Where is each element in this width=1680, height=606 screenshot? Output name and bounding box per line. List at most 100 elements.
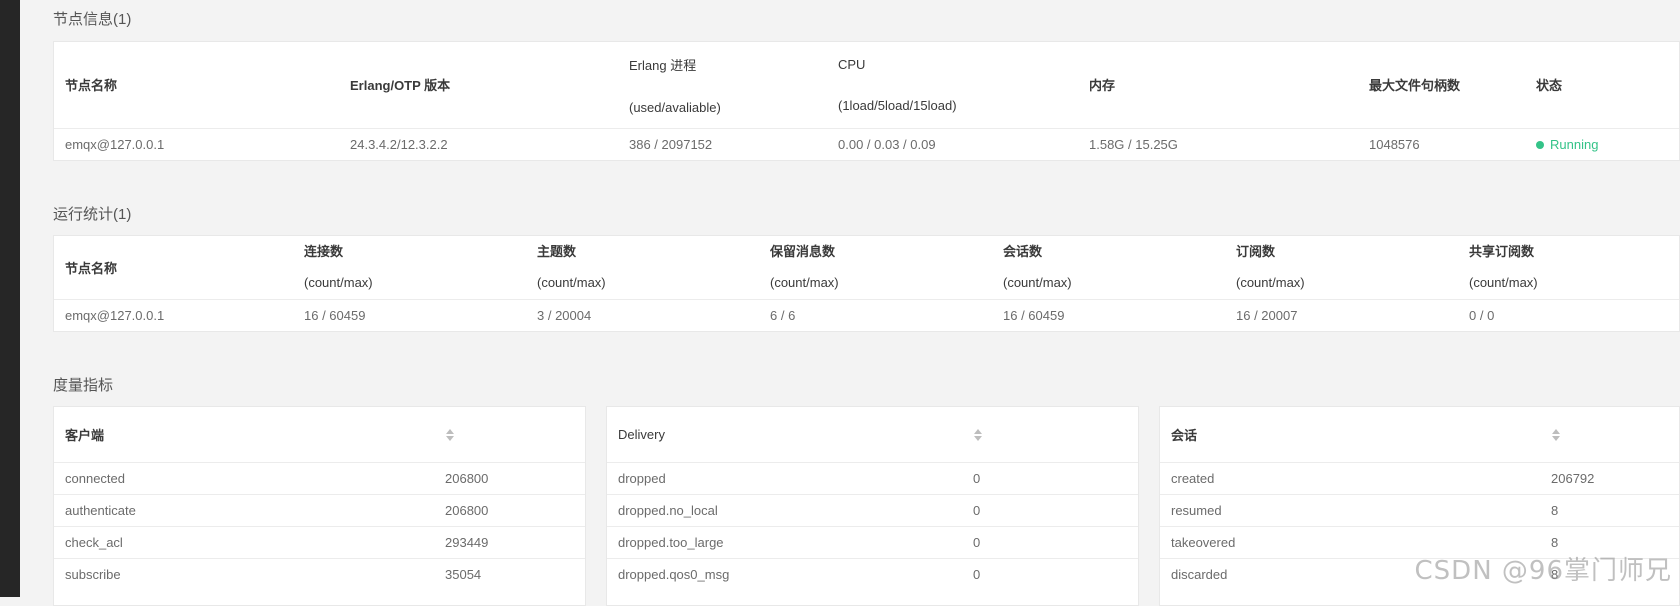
node-info-title: 节点信息(1) [53, 8, 131, 29]
col-status[interactable]: 状态 [1525, 42, 1679, 128]
status-dot-icon [1536, 141, 1544, 149]
metric-key: connected [54, 462, 434, 494]
status-text: Running [1550, 137, 1598, 152]
node-info-table: 节点名称 Erlang/OTP 版本 Erlang 进程 (used/avali… [54, 42, 1679, 160]
col-shared-sub: (count/max) [1469, 275, 1679, 291]
cell-retained: 6 / 6 [759, 299, 992, 331]
col-erlang-process[interactable]: Erlang 进程 (used/avaliable) [618, 42, 827, 128]
metric-value: 206800 [434, 494, 585, 526]
col-cpu-label: CPU [838, 57, 865, 72]
col-session: 会话 [1160, 407, 1540, 462]
col-connections-sub: (count/max) [304, 275, 526, 291]
table-row: check_acl293449 [54, 526, 585, 558]
col-shared-label: 共享订阅数 [1469, 244, 1534, 259]
metrics-delivery-table: Delivery dropped0 dropped.no_local0 drop… [607, 407, 1138, 590]
metric-value: 0 [962, 462, 1138, 494]
metric-value: 206792 [1540, 462, 1679, 494]
col-delivery: Delivery [607, 407, 962, 462]
table-row: emqx@127.0.0.1 16 / 60459 3 / 20004 6 / … [54, 299, 1679, 331]
col-erlang-process-sub: (used/avaliable) [629, 100, 827, 115]
metric-value: 0 [962, 558, 1138, 590]
col-node-name[interactable]: 节点名称 [54, 236, 293, 299]
col-subscriptions-sub: (count/max) [1236, 275, 1458, 291]
table-row: dropped.too_large0 [607, 526, 1138, 558]
runtime-stats-panel: 节点名称 连接数 (count/max) 主题数 (count/max) 保留消… [53, 235, 1680, 332]
metric-key: created [1160, 462, 1540, 494]
cell-fd: 1048576 [1358, 128, 1525, 160]
table-row: dropped.qos0_msg0 [607, 558, 1138, 590]
metric-key: dropped.no_local [607, 494, 962, 526]
col-sessions-sub: (count/max) [1003, 275, 1225, 291]
col-retained-sub: (count/max) [770, 275, 992, 291]
metric-value: 0 [962, 526, 1138, 558]
col-subscriptions[interactable]: 订阅数 (count/max) [1225, 236, 1458, 299]
runtime-stats-table: 节点名称 连接数 (count/max) 主题数 (count/max) 保留消… [54, 236, 1679, 331]
col-client: 客户端 [54, 407, 434, 462]
col-max-fd[interactable]: 最大文件句柄数 [1358, 42, 1525, 128]
col-subscriptions-label: 订阅数 [1236, 244, 1275, 259]
cell-subscriptions: 16 / 20007 [1225, 299, 1458, 331]
metric-key: dropped [607, 462, 962, 494]
metric-value: 0 [962, 494, 1138, 526]
col-node-name[interactable]: 节点名称 [54, 42, 339, 128]
metric-value: 8 [1540, 494, 1679, 526]
col-connections[interactable]: 连接数 (count/max) [293, 236, 526, 299]
table-row: created206792 [1160, 462, 1679, 494]
col-topics[interactable]: 主题数 (count/max) [526, 236, 759, 299]
metric-key: dropped.qos0_msg [607, 558, 962, 590]
table-row: resumed8 [1160, 494, 1679, 526]
metric-key: subscribe [54, 558, 434, 590]
col-erlang-process-label: Erlang 进程 [629, 58, 696, 73]
cell-node-name: emqx@127.0.0.1 [54, 128, 339, 160]
col-retained-label: 保留消息数 [770, 244, 835, 259]
col-memory[interactable]: 内存 [1078, 42, 1358, 128]
metric-key: dropped.too_large [607, 526, 962, 558]
metrics-client-panel: 客户端 connected206800 authenticate206800 c… [53, 406, 586, 606]
sort-icon[interactable] [973, 428, 983, 442]
metrics-delivery-panel: Delivery dropped0 dropped.no_local0 drop… [606, 406, 1139, 606]
cell-connections: 16 / 60459 [293, 299, 526, 331]
col-cpu-sub: (1load/5load/15load) [838, 98, 1078, 113]
status-badge: Running [1525, 128, 1679, 160]
metric-key: authenticate [54, 494, 434, 526]
col-cpu[interactable]: CPU (1load/5load/15load) [827, 42, 1078, 128]
col-client-sort[interactable] [434, 407, 585, 462]
node-info-panel: 节点名称 Erlang/OTP 版本 Erlang 进程 (used/avali… [53, 41, 1680, 161]
cell-sessions: 16 / 60459 [992, 299, 1225, 331]
runtime-stats-title: 运行统计(1) [53, 203, 131, 224]
cell-node-name: emqx@127.0.0.1 [54, 299, 293, 331]
col-sessions-label: 会话数 [1003, 244, 1042, 259]
col-sessions[interactable]: 会话数 (count/max) [992, 236, 1225, 299]
col-topics-sub: (count/max) [537, 275, 759, 291]
table-row: connected206800 [54, 462, 585, 494]
watermark-text: CSDN @96掌门师兄 [1415, 550, 1672, 587]
metric-value: 35054 [434, 558, 585, 590]
col-otp-version[interactable]: Erlang/OTP 版本 [339, 42, 618, 128]
sidebar-strip [0, 0, 20, 597]
metric-key: resumed [1160, 494, 1540, 526]
cell-otp: 24.3.4.2/12.3.2.2 [339, 128, 618, 160]
cell-shared: 0 / 0 [1458, 299, 1679, 331]
col-delivery-sort[interactable] [962, 407, 1138, 462]
metrics-client-table: 客户端 connected206800 authenticate206800 c… [54, 407, 585, 590]
table-row: dropped.no_local0 [607, 494, 1138, 526]
table-row: emqx@127.0.0.1 24.3.4.2/12.3.2.2 386 / 2… [54, 128, 1679, 160]
col-topics-label: 主题数 [537, 244, 576, 259]
cell-mem: 1.58G / 15.25G [1078, 128, 1358, 160]
col-session-sort[interactable] [1540, 407, 1679, 462]
col-connections-label: 连接数 [304, 244, 343, 259]
col-retained[interactable]: 保留消息数 (count/max) [759, 236, 992, 299]
sort-icon[interactable] [1551, 428, 1561, 442]
main-content: 节点信息(1) 节点名称 Erlang/OTP 版本 Erlang 进程 (us… [53, 0, 1680, 597]
table-row: dropped0 [607, 462, 1138, 494]
metric-key: check_acl [54, 526, 434, 558]
table-row: subscribe35054 [54, 558, 585, 590]
sort-icon[interactable] [445, 428, 455, 442]
cell-topics: 3 / 20004 [526, 299, 759, 331]
metric-value: 293449 [434, 526, 585, 558]
metric-value: 206800 [434, 462, 585, 494]
cell-proc: 386 / 2097152 [618, 128, 827, 160]
table-row: authenticate206800 [54, 494, 585, 526]
cell-cpu: 0.00 / 0.03 / 0.09 [827, 128, 1078, 160]
col-shared-subscriptions[interactable]: 共享订阅数 (count/max) [1458, 236, 1679, 299]
